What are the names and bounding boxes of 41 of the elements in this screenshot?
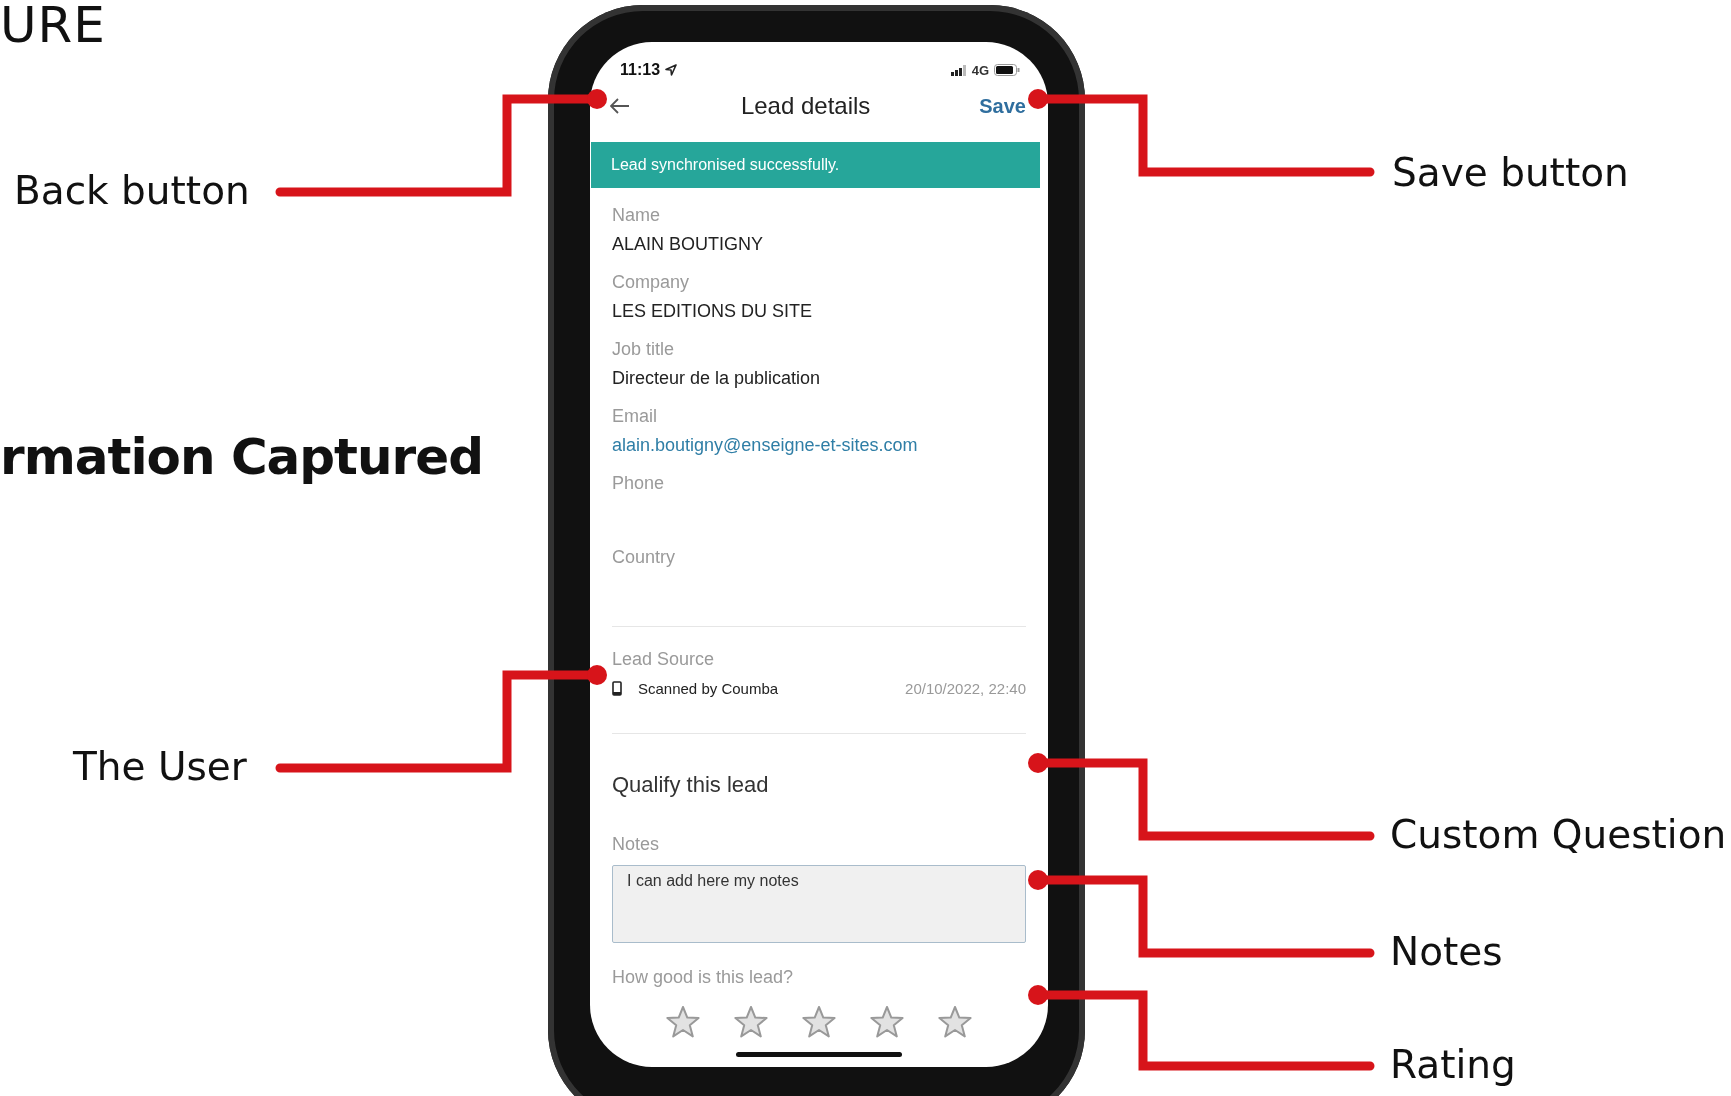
field-label: Lead Source <box>612 649 716 670</box>
signal-icon <box>950 64 967 76</box>
field-label: Company <box>612 272 691 293</box>
slide-heading: rmation Captured <box>0 428 483 486</box>
annotation-label: The User <box>73 744 247 789</box>
star-icon[interactable] <box>734 1006 768 1038</box>
field-label: Country <box>612 547 677 568</box>
star-icon[interactable] <box>802 1006 836 1038</box>
star-icon[interactable] <box>938 1006 972 1038</box>
star-icon[interactable] <box>870 1006 904 1038</box>
annotation-label: Save button <box>1392 150 1629 195</box>
battery-icon <box>994 64 1020 76</box>
rating-question: How good is this lead? <box>612 967 795 988</box>
source-text: Scanned by Coumba <box>638 680 779 697</box>
phone-icon <box>612 681 622 696</box>
banner-message: Lead synchronised successfully. <box>611 156 840 173</box>
field-value: Directeur de la publication <box>612 368 822 389</box>
star-icon[interactable] <box>666 1006 700 1038</box>
network-label: 4G <box>971 62 989 78</box>
location-arrow-icon <box>665 64 678 76</box>
back-button[interactable] <box>608 96 632 116</box>
notes-label: Notes <box>612 834 661 855</box>
field-value: ALAIN BOUTIGNY <box>612 234 765 255</box>
screen-title: Lead details <box>739 92 872 120</box>
field-label: Job title <box>612 339 676 360</box>
annotation-label: Rating <box>1390 1042 1516 1087</box>
email-link[interactable]: alain.boutigny@enseigne-et-sites.com <box>612 435 918 456</box>
notes-text: I can add here my notes <box>627 872 799 889</box>
notes-field[interactable]: I can add here my notes <box>612 865 1026 943</box>
save-button[interactable]: Save <box>979 94 1026 118</box>
field-value: LES EDITIONS DU SITE <box>612 301 814 322</box>
status-time: 11:13 <box>620 61 661 79</box>
annotation-label: Custom Question <box>1390 812 1727 857</box>
annotation-label: Back button <box>14 168 250 213</box>
slide-heading: URE <box>0 0 106 54</box>
annotation-label: Notes <box>1390 929 1503 974</box>
field-label: Name <box>612 205 661 226</box>
field-label: Email <box>612 406 658 427</box>
source-date: 20/10/2022, 22:40 <box>905 680 1026 697</box>
field-label: Phone <box>612 473 666 494</box>
section-title: Qualify this lead <box>612 772 770 798</box>
